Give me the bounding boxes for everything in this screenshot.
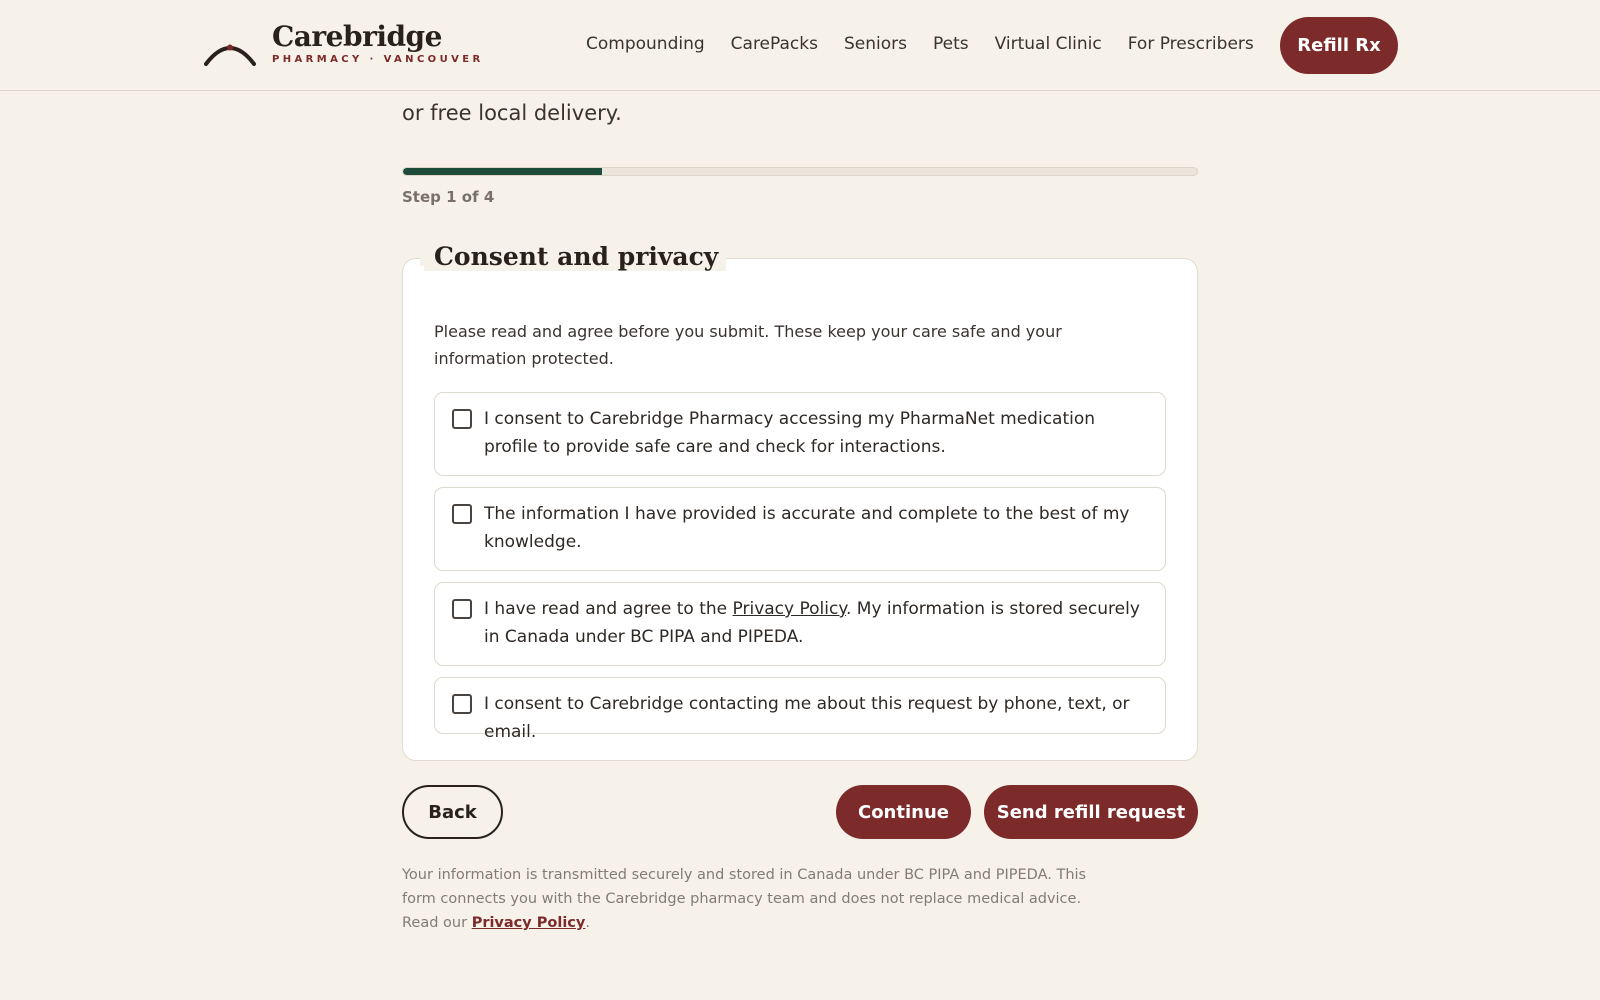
progress-bar bbox=[402, 167, 1198, 176]
consent-label: I consent to Carebridge Pharmacy accessi… bbox=[484, 409, 1096, 457]
footnote-privacy-link[interactable]: Privacy Policy bbox=[472, 915, 586, 931]
section-title: Consent and privacy bbox=[424, 242, 727, 271]
consent-checkbox[interactable] bbox=[452, 504, 472, 524]
consent-item-accuracy[interactable]: The information I have provided is accur… bbox=[434, 487, 1166, 571]
consent-checkbox[interactable] bbox=[452, 694, 472, 714]
nav-item-seniors[interactable]: Seniors bbox=[844, 34, 907, 54]
site-header: Carebridge PHARMACY · VANCOUVER Compound… bbox=[0, 0, 1600, 91]
consent-label: I consent to Carebridge contacting me ab… bbox=[484, 694, 1130, 742]
nav-item-compounding[interactable]: Compounding bbox=[586, 34, 705, 54]
consent-checkbox[interactable] bbox=[452, 599, 472, 619]
privacy-footnote: Your information is transmitted securely… bbox=[402, 863, 1102, 935]
consent-text-before: I have read and agree to the bbox=[484, 599, 733, 619]
consent-checkbox[interactable] bbox=[452, 409, 472, 429]
intro-text: or free local delivery. bbox=[402, 101, 622, 125]
consent-label: The information I have provided is accur… bbox=[484, 504, 1130, 552]
step-indicator: Step 1 of 4 bbox=[402, 188, 495, 206]
brand-logo[interactable]: Carebridge PHARMACY · VANCOUVER bbox=[203, 22, 484, 72]
nav-item-virtual-clinic[interactable]: Virtual Clinic bbox=[995, 34, 1102, 54]
consent-item-contact[interactable]: I consent to Carebridge contacting me ab… bbox=[434, 677, 1166, 742]
privacy-policy-link[interactable]: Privacy Policy bbox=[733, 599, 846, 619]
logo-arc-icon bbox=[204, 44, 256, 66]
consent-item-privacy[interactable]: I have read and agree to the Privacy Pol… bbox=[434, 582, 1166, 666]
logo-text: Carebridge PHARMACY · VANCOUVER bbox=[272, 20, 484, 66]
footnote-end: . bbox=[585, 915, 590, 931]
nav-item-pets[interactable]: Pets bbox=[933, 34, 969, 54]
consent-label: I have read and agree to the Privacy Pol… bbox=[484, 595, 1149, 651]
main-nav: Compounding CarePacks Seniors Pets Virtu… bbox=[586, 34, 1280, 54]
nav-item-for-prescribers[interactable]: For Prescribers bbox=[1128, 34, 1254, 54]
consent-item-pharmanet[interactable]: I consent to Carebridge Pharmacy accessi… bbox=[434, 392, 1166, 476]
refill-rx-button[interactable]: Refill Rx bbox=[1280, 17, 1398, 74]
nav-item-carepacks[interactable]: CarePacks bbox=[731, 34, 818, 54]
send-refill-request-button[interactable]: Send refill request bbox=[984, 785, 1198, 839]
progress-fill bbox=[403, 168, 602, 175]
section-description: Please read and agree before you submit.… bbox=[434, 322, 1062, 368]
continue-button[interactable]: Continue bbox=[836, 785, 971, 839]
brand-name: Carebridge bbox=[272, 20, 442, 53]
back-button[interactable]: Back bbox=[402, 785, 503, 839]
brand-tagline: PHARMACY · VANCOUVER bbox=[272, 54, 484, 65]
